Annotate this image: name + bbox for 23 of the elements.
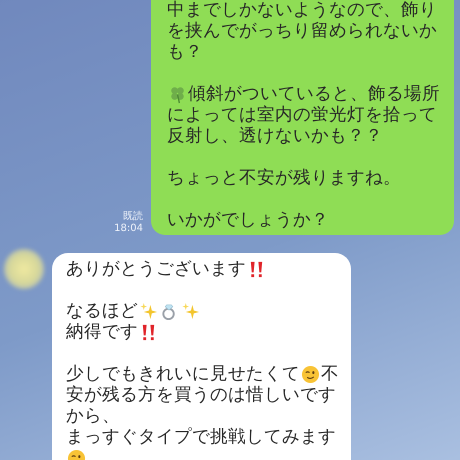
message-text: ちょっと不安が残りますね。 — [167, 168, 401, 189]
clover-icon — [168, 85, 187, 104]
message-text: も？ — [167, 42, 203, 63]
message-text: いかがでしょうか？ — [167, 210, 329, 231]
message-text: 傾斜がついていると、飾る場所 — [188, 84, 440, 105]
message-text: まっすぐタイプで挑戦してみます — [66, 427, 336, 448]
message-time: 18:04 — [114, 223, 143, 235]
message-text: によっては室内の蛍光灯を拾って — [167, 105, 437, 126]
message-text: を挟んでがっちり留められないか — [167, 21, 437, 42]
sparkles-icon — [139, 302, 158, 321]
message-text: 中までしかないようなので、飾り — [167, 0, 437, 21]
message-text: なるほど — [66, 301, 138, 322]
message-text: 納得です — [66, 322, 138, 343]
winking-face-icon — [301, 365, 320, 384]
message-text: から、 — [66, 406, 120, 427]
message-text: 少しでもきれいに見せたくて — [66, 364, 300, 385]
message-text: 不 — [321, 364, 339, 385]
message-text: ありがとうございます — [66, 259, 246, 280]
sparkles-icon — [181, 302, 200, 321]
avatar[interactable] — [4, 249, 44, 289]
message-text: 反射し、透けないかも？？ — [167, 126, 383, 147]
message-text: 安が残る方を買うのは惜しいです — [66, 385, 336, 406]
read-receipt: 既読 — [123, 211, 143, 223]
